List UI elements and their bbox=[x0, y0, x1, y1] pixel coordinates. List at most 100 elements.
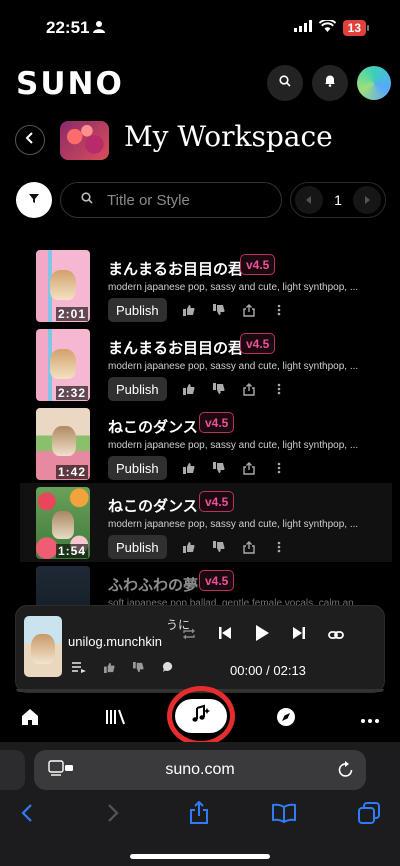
song-cover[interactable]: 2:01 bbox=[36, 250, 90, 322]
version-badge: v4.5 bbox=[240, 333, 276, 354]
share-icon[interactable] bbox=[241, 539, 257, 555]
thumbs-down-icon[interactable] bbox=[211, 460, 227, 476]
thumbs-up-icon[interactable] bbox=[181, 381, 197, 397]
share-icon[interactable] bbox=[241, 460, 257, 476]
search-icon bbox=[279, 74, 291, 92]
link-icon[interactable] bbox=[328, 627, 344, 645]
filter-button[interactable] bbox=[16, 182, 52, 218]
list-item[interactable]: 1:54 ねこのダンス v4.5 modern japanese pop, sa… bbox=[20, 483, 392, 562]
browser-toolbar bbox=[0, 800, 400, 830]
thumbs-up-icon[interactable] bbox=[104, 660, 115, 678]
status-bar: 22:51 13 bbox=[0, 0, 400, 56]
pagination: 1 bbox=[290, 182, 386, 218]
browser-share-button[interactable] bbox=[184, 800, 214, 830]
share-icon[interactable] bbox=[241, 302, 257, 318]
prev-page-button[interactable] bbox=[295, 186, 323, 214]
thumbs-up-icon[interactable] bbox=[181, 302, 197, 318]
song-title[interactable]: ふわふわの夢 bbox=[108, 574, 198, 595]
version-badge: v4.5 bbox=[199, 412, 235, 433]
song-cover[interactable]: 1:42 bbox=[36, 408, 90, 480]
song-actions: Publish bbox=[108, 535, 287, 559]
song-actions: Publish bbox=[108, 377, 287, 401]
nav-more[interactable] bbox=[355, 704, 385, 734]
song-style: modern japanese pop, sassy and cute, lig… bbox=[108, 519, 359, 530]
filter-row: 1 bbox=[0, 182, 400, 218]
page-menu-icon[interactable] bbox=[48, 760, 74, 783]
previous-tab-peek[interactable] bbox=[0, 750, 25, 790]
notifications-button[interactable] bbox=[312, 65, 348, 101]
song-style: modern japanese pop, sassy and cute, lig… bbox=[108, 440, 359, 451]
more-vertical-icon[interactable] bbox=[271, 381, 287, 397]
search-field[interactable] bbox=[60, 182, 282, 218]
list-item[interactable]: 2:01 まんまるお目目の君 v4.5 modern japanese pop,… bbox=[20, 246, 392, 325]
skip-previous-icon[interactable] bbox=[218, 626, 232, 645]
app-header: SUNO bbox=[0, 62, 400, 104]
play-icon[interactable] bbox=[254, 624, 270, 647]
user-avatar[interactable] bbox=[357, 66, 391, 100]
publish-button[interactable]: Publish bbox=[108, 535, 167, 559]
search-input[interactable] bbox=[107, 191, 257, 209]
browser-back-button[interactable] bbox=[12, 800, 42, 830]
caret-left-icon bbox=[306, 191, 312, 209]
nav-home[interactable] bbox=[15, 704, 45, 734]
nav-create[interactable] bbox=[175, 699, 227, 733]
song-duration: 2:32 bbox=[55, 386, 88, 400]
version-badge: v4.5 bbox=[240, 254, 276, 275]
player-secondary-actions bbox=[72, 660, 174, 678]
search-button[interactable] bbox=[267, 65, 303, 101]
page-title: My Workspace bbox=[124, 120, 333, 153]
home-indicator bbox=[130, 854, 270, 859]
thumbs-down-icon[interactable] bbox=[133, 660, 144, 678]
more-vertical-icon[interactable] bbox=[271, 302, 287, 318]
player-cover[interactable] bbox=[24, 616, 62, 677]
song-title[interactable]: ねこのダンス bbox=[108, 416, 198, 437]
more-vertical-icon[interactable] bbox=[271, 539, 287, 555]
next-page-button[interactable] bbox=[352, 186, 381, 214]
suno-logo: SUNO bbox=[16, 66, 124, 102]
publish-button[interactable]: Publish bbox=[108, 377, 167, 401]
share-icon[interactable] bbox=[241, 381, 257, 397]
queue-icon[interactable] bbox=[72, 660, 86, 678]
page-number: 1 bbox=[334, 192, 342, 208]
battery-indicator: 13 bbox=[342, 20, 370, 36]
song-title[interactable]: まんまるお目目の君 bbox=[108, 337, 243, 358]
browser-tabs-button[interactable] bbox=[354, 800, 384, 830]
browser-bookmarks-button[interactable] bbox=[269, 800, 299, 830]
thumbs-up-icon[interactable] bbox=[181, 460, 197, 476]
chevron-left-icon bbox=[21, 803, 33, 828]
song-title[interactable]: まんまるお目目の君 bbox=[108, 258, 243, 279]
list-item[interactable]: 2:32 まんまるお目目の君 v4.5 modern japanese pop,… bbox=[20, 325, 392, 404]
bell-icon bbox=[324, 74, 336, 92]
song-cover[interactable]: 1:54 bbox=[36, 487, 90, 559]
thumbs-up-icon[interactable] bbox=[181, 539, 197, 555]
comment-icon[interactable] bbox=[162, 660, 174, 678]
version-badge: v4.5 bbox=[199, 570, 235, 591]
book-icon bbox=[272, 803, 296, 828]
player-artist[interactable]: unilog.munchkin bbox=[68, 634, 162, 649]
repeat-icon[interactable] bbox=[182, 627, 196, 645]
browser-forward-button[interactable] bbox=[98, 800, 128, 830]
song-style: modern japanese pop, sassy and cute, lig… bbox=[108, 282, 359, 293]
browser-chrome: suno.com bbox=[0, 742, 400, 866]
song-actions: Publish bbox=[108, 298, 287, 322]
song-cover[interactable]: 2:32 bbox=[36, 329, 90, 401]
reload-icon[interactable] bbox=[338, 760, 354, 783]
thumbs-down-icon[interactable] bbox=[211, 381, 227, 397]
song-duration: 1:54 bbox=[55, 544, 88, 558]
back-button[interactable] bbox=[15, 125, 45, 155]
song-duration: 2:01 bbox=[55, 307, 88, 321]
publish-button[interactable]: Publish bbox=[108, 298, 167, 322]
nav-library[interactable] bbox=[101, 704, 131, 734]
progress-bar[interactable] bbox=[16, 689, 384, 692]
thumbs-down-icon[interactable] bbox=[211, 539, 227, 555]
address-bar[interactable]: suno.com bbox=[34, 750, 366, 790]
more-vertical-icon[interactable] bbox=[271, 460, 287, 476]
song-title[interactable]: ねこのダンス bbox=[108, 495, 198, 516]
skip-next-icon[interactable] bbox=[292, 626, 306, 645]
filter-icon bbox=[28, 191, 40, 209]
publish-button[interactable]: Publish bbox=[108, 456, 167, 480]
nav-explore[interactable] bbox=[271, 704, 301, 734]
thumbs-down-icon[interactable] bbox=[211, 302, 227, 318]
mini-player[interactable]: うに unilog.munchkin 00:00 / 02:13 bbox=[15, 605, 385, 693]
list-item[interactable]: 1:42 ねこのダンス v4.5 modern japanese pop, sa… bbox=[20, 404, 392, 483]
